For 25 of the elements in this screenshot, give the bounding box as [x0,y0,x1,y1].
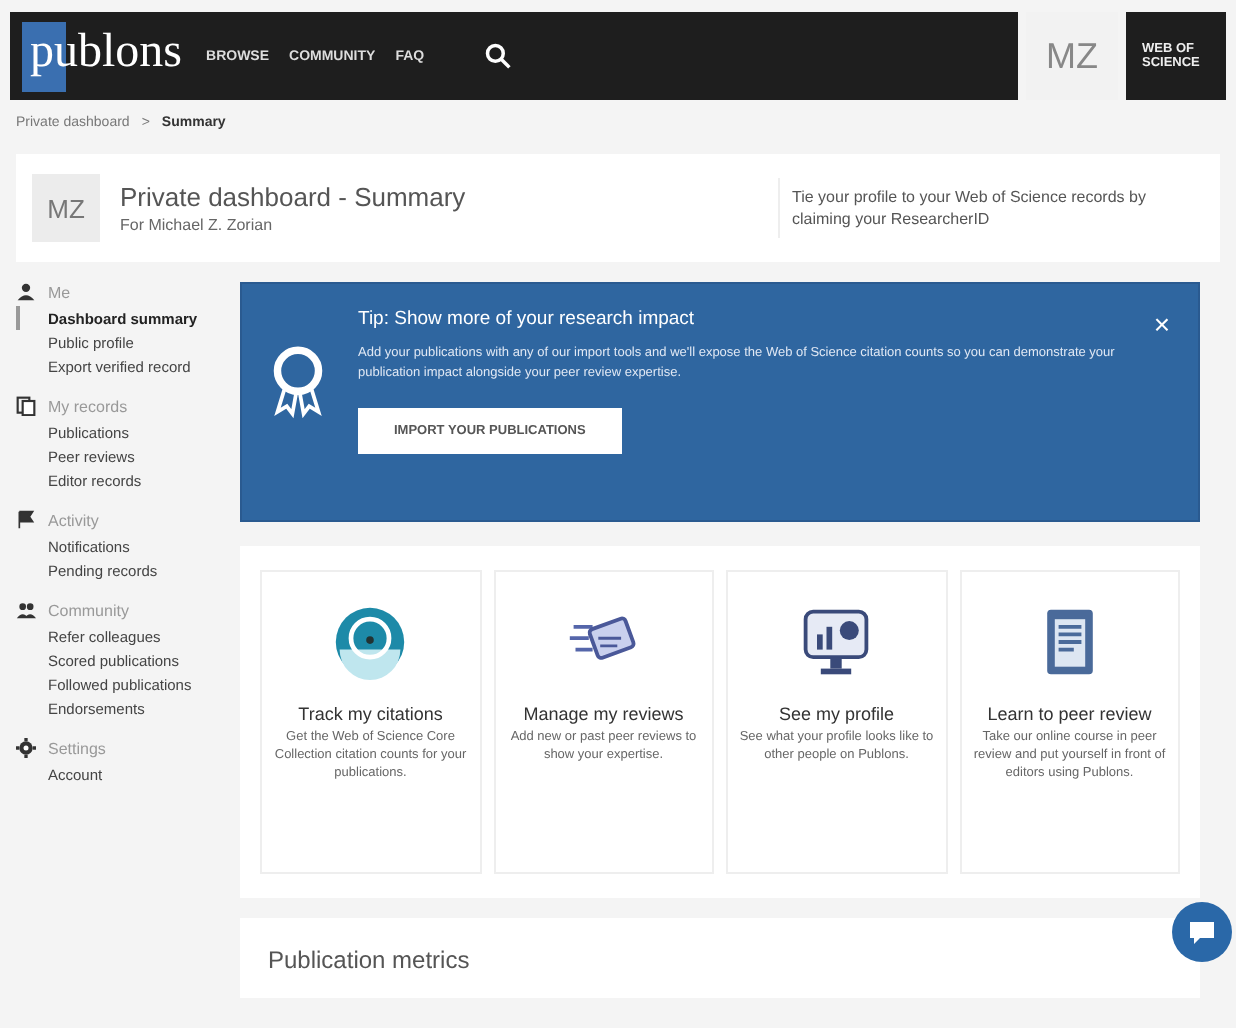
sidebar-section-title: Settings [48,739,106,757]
page-subtitle: For Michael Z. Zorian [120,216,275,234]
sidebar-section-title: My records [48,397,128,415]
person-icon [16,282,36,302]
documents-icon [16,396,36,416]
flag-icon [16,510,36,530]
card-title: See my profile [778,704,895,724]
user-avatar: MZ [32,174,100,242]
section-title: Publication metrics [268,946,470,974]
researcher-id-link[interactable]: Tie your profile to your Web of Science records by claiming your ResearcherID [778,177,1204,239]
card-title: Manage my reviews [523,704,684,724]
sidebar-section-title: Me [48,283,71,301]
award-ribbon-icon [270,344,326,420]
sidebar-section-title: Community [48,601,129,619]
card-title: Track my citations [298,704,443,724]
card-title: Learn to peer review [987,704,1152,724]
search-icon[interactable] [484,42,513,70]
settings-icon [16,738,36,758]
sidebar-section-title: Activity [48,511,99,529]
gauge-icon [332,604,409,680]
people-icon [16,600,36,620]
close-button[interactable]: × [1153,308,1170,340]
chat-button[interactable] [1172,902,1232,962]
tip-title: Tip: Show more of your research impact [358,308,697,330]
page-title: Private dashboard - Summary [120,182,468,212]
